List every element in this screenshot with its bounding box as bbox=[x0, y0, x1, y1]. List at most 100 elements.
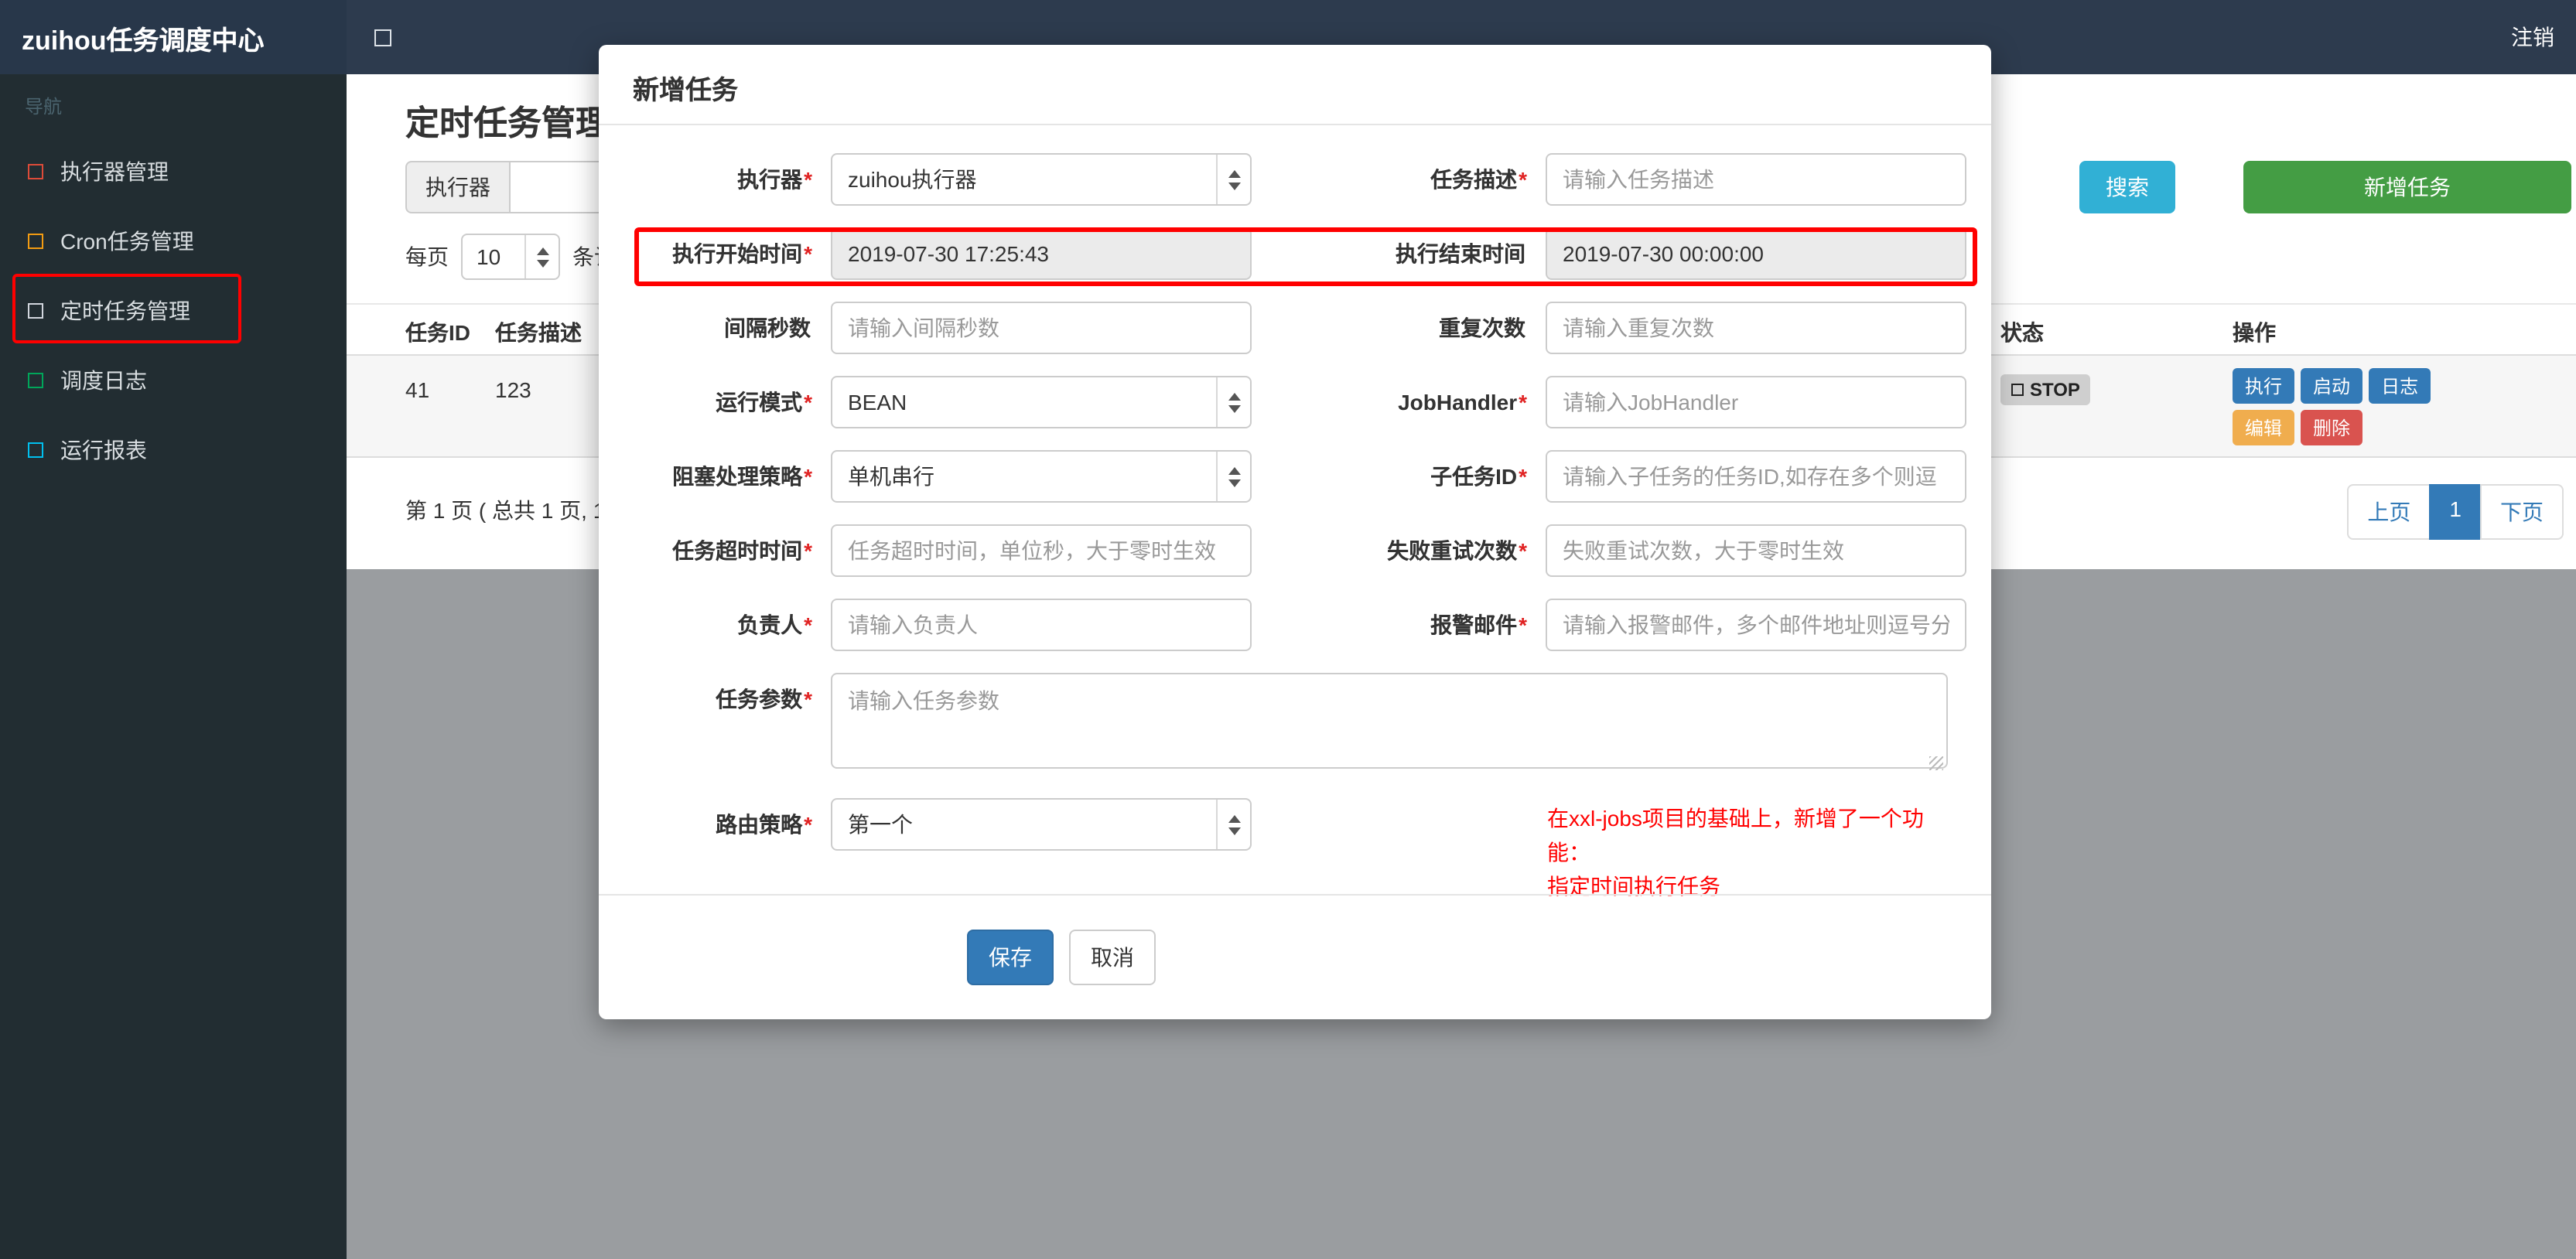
label-text: 执行器 bbox=[737, 167, 803, 192]
search-button[interactable]: 搜索 bbox=[2079, 161, 2175, 213]
pagination: 上页 1 下页 bbox=[2347, 484, 2564, 540]
field-label: 负责人 * bbox=[599, 599, 831, 651]
log-button[interactable]: 日志 bbox=[2369, 368, 2431, 404]
run-button[interactable]: 执行 bbox=[2233, 368, 2295, 404]
required-asterisk: * bbox=[804, 612, 812, 637]
perpage-row: 每页 10 条记 bbox=[405, 234, 616, 280]
interval-seconds-input[interactable] bbox=[831, 302, 1252, 354]
form-row: 阻塞处理策略 * 单机串行 子任务ID * bbox=[599, 450, 1966, 503]
page-title: 定时任务管理 bbox=[405, 104, 610, 142]
modal-title: 新增任务 bbox=[599, 45, 1991, 125]
field-timeout: 任务超时时间 * bbox=[599, 524, 1252, 577]
required-asterisk: * bbox=[1519, 464, 1527, 489]
timeout-input[interactable] bbox=[831, 524, 1252, 577]
field-route-strategy: 路由策略 * 第一个 bbox=[599, 798, 1252, 851]
required-asterisk: * bbox=[804, 464, 812, 489]
sidebar-item-timed-task[interactable]: 定时任务管理 bbox=[0, 275, 347, 345]
form-row: 执行开始时间* 执行结束时间 bbox=[599, 227, 1966, 280]
field-label: 任务参数 * bbox=[599, 673, 831, 725]
app-root: zuihou任务调度中心 注销 导航 执行器管理 Cron任务管理 定时任务管理… bbox=[0, 0, 2576, 1259]
required-asterisk: * bbox=[1519, 390, 1527, 415]
form-row: 执行器 * zuihou执行器 任务描述 * bbox=[599, 153, 1966, 206]
delete-button[interactable]: 删除 bbox=[2301, 410, 2363, 445]
route-strategy-select[interactable]: 第一个 bbox=[831, 798, 1252, 851]
child-task-id-input[interactable] bbox=[1546, 450, 1966, 503]
select-value: zuihou执行器 bbox=[848, 167, 977, 192]
select-arrows-icon bbox=[1216, 155, 1250, 204]
task-desc-input[interactable] bbox=[1546, 153, 1966, 206]
logout-link[interactable]: 注销 bbox=[2511, 0, 2576, 74]
square-icon bbox=[28, 233, 43, 248]
modal-body: 执行器* zuihou执行器 任务描述* 执行开始时间* bbox=[599, 125, 1991, 903]
select-value: 第一个 bbox=[848, 812, 913, 837]
field-run-mode: 运行模式 * BEAN bbox=[599, 376, 1252, 428]
column-header-status: 状态 bbox=[2000, 320, 2044, 345]
field-label: 重复次数 bbox=[1314, 302, 1546, 354]
field-task-desc: 任务描述 * bbox=[1314, 153, 1966, 206]
field-executor: 执行器 * zuihou执行器 bbox=[599, 153, 1252, 206]
field-fail-retry: 失败重试次数 * bbox=[1314, 524, 1966, 577]
page-1-button[interactable]: 1 bbox=[2429, 484, 2482, 540]
sidebar-item-cron-task[interactable]: Cron任务管理 bbox=[0, 206, 347, 275]
cell-task-desc: 123 bbox=[495, 377, 531, 402]
field-label: 执行结束时间 bbox=[1314, 227, 1546, 280]
field-label: JobHandler * bbox=[1314, 376, 1546, 428]
perpage-select[interactable]: 10 bbox=[461, 234, 560, 280]
add-task-modal: 新增任务 执行器 * zuihou执行器 任务描述 * 请输入任务描述 执行开始… bbox=[599, 45, 1991, 1019]
next-page-button[interactable]: 下页 bbox=[2480, 484, 2564, 540]
stop-icon bbox=[2011, 384, 2024, 396]
required-asterisk: * bbox=[804, 167, 812, 192]
executor-select[interactable]: zuihou执行器 bbox=[831, 153, 1252, 206]
start-button[interactable]: 启动 bbox=[2301, 368, 2363, 404]
end-time-input[interactable] bbox=[1546, 227, 1966, 280]
sidebar-item-run-report[interactable]: 运行报表 bbox=[0, 415, 347, 484]
field-label: 运行模式 * bbox=[599, 376, 831, 428]
alarm-email-input[interactable] bbox=[1546, 599, 1966, 651]
label-text: 间隔秒数 bbox=[724, 316, 811, 340]
sidebar-toggle-button[interactable] bbox=[347, 0, 418, 74]
field-label: 路由策略 * bbox=[599, 798, 831, 851]
field-task-params: 任务参数 * bbox=[599, 673, 1948, 776]
owner-input[interactable] bbox=[831, 599, 1252, 651]
label-text: 运行模式 bbox=[716, 390, 803, 415]
modal-footer: 保存 取消 bbox=[599, 894, 1991, 1019]
feature-note: 在xxl-jobs项目的基础上，新增了一个功能： 指定时间执行任务 bbox=[1547, 801, 1966, 903]
block-strategy-select[interactable]: 单机串行 bbox=[831, 450, 1252, 503]
perpage-value: 10 bbox=[477, 244, 501, 269]
select-value: 单机串行 bbox=[848, 464, 934, 489]
field-jobhandler: JobHandler * bbox=[1314, 376, 1966, 428]
cancel-button[interactable]: 取消 bbox=[1069, 930, 1156, 985]
start-time-input[interactable] bbox=[831, 227, 1252, 280]
sidebar-item-label: 执行器管理 bbox=[60, 159, 169, 183]
column-header-ops: 操作 bbox=[2233, 320, 2276, 345]
form-row: 任务超时时间* 失败重试次数* bbox=[599, 524, 1966, 577]
sidebar-item-label: 运行报表 bbox=[60, 437, 147, 462]
pagination-summary: 第 1 页 ( 总共 1 页, 1 bbox=[405, 498, 606, 523]
field-label: 阻塞处理策略 * bbox=[599, 450, 831, 503]
edit-button[interactable]: 编辑 bbox=[2233, 410, 2295, 445]
run-mode-select[interactable]: BEAN bbox=[831, 376, 1252, 428]
jobhandler-input[interactable] bbox=[1546, 376, 1966, 428]
label-text: 任务超时时间 bbox=[672, 538, 803, 563]
task-params-textarea[interactable] bbox=[831, 673, 1948, 769]
field-repeat-count: 重复次数 bbox=[1314, 302, 1966, 354]
label-text: 重复次数 bbox=[1439, 316, 1525, 340]
label-text: 子任务ID bbox=[1430, 464, 1518, 489]
fail-retry-input[interactable] bbox=[1546, 524, 1966, 577]
field-label: 任务超时时间 * bbox=[599, 524, 831, 577]
label-text: 任务描述 bbox=[1430, 167, 1518, 192]
feature-note-line1: 在xxl-jobs项目的基础上，新增了一个功能： bbox=[1547, 806, 1924, 865]
form-row: 任务参数 * bbox=[599, 673, 1966, 776]
sidebar-item-dispatch-log[interactable]: 调度日志 bbox=[0, 345, 347, 415]
prev-page-button[interactable]: 上页 bbox=[2347, 484, 2431, 540]
field-start-time: 执行开始时间 * bbox=[599, 227, 1252, 280]
resize-grip-icon[interactable] bbox=[1929, 756, 1943, 770]
add-task-button[interactable]: 新增任务 bbox=[2243, 161, 2571, 213]
field-owner: 负责人 * bbox=[599, 599, 1252, 651]
sidebar-item-executor-manage[interactable]: 执行器管理 bbox=[0, 136, 347, 206]
cell-task-id: 41 bbox=[405, 377, 430, 402]
save-button[interactable]: 保存 bbox=[967, 930, 1054, 985]
repeat-count-input[interactable] bbox=[1546, 302, 1966, 354]
square-icon bbox=[28, 442, 43, 457]
brand-title[interactable]: zuihou任务调度中心 bbox=[0, 0, 347, 74]
